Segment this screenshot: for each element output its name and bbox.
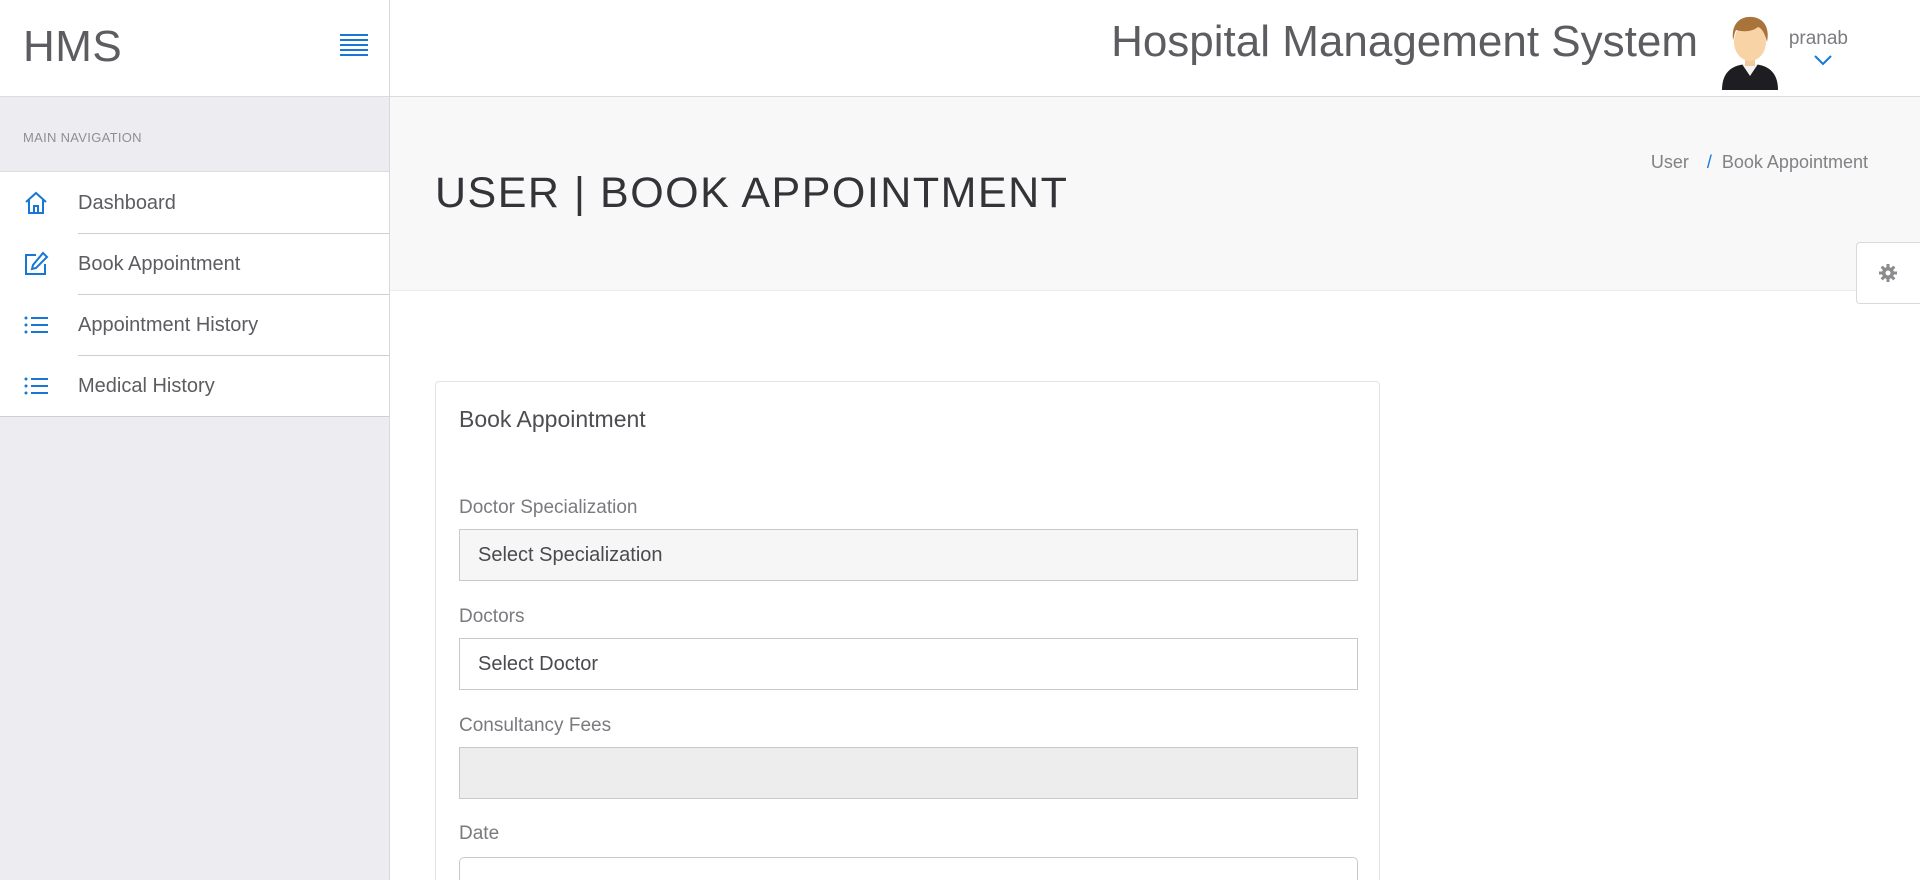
- page-header: USER | BOOK APPOINTMENT User / Book Appoin…: [390, 97, 1920, 291]
- sidebar-item-label: Medical History: [78, 375, 215, 397]
- sidebar-item-label: Book Appointment: [78, 253, 241, 275]
- list-icon: [24, 316, 48, 334]
- nav-section-header: MAIN NAVIGATION: [0, 97, 389, 172]
- breadcrumb-user[interactable]: User: [1651, 152, 1689, 172]
- page-title: USER | BOOK APPOINTMENT: [435, 169, 1069, 217]
- sidebar-item-book-appointment[interactable]: Book Appointment: [0, 233, 389, 294]
- date-label: Date: [459, 823, 500, 844]
- doctors-label: Doctors: [459, 606, 525, 627]
- settings-toggle[interactable]: [1856, 242, 1920, 304]
- app-title: Hospital Management System: [1111, 17, 1698, 66]
- top-header: Hospital Management System pranab: [390, 0, 1920, 97]
- user-name[interactable]: pranab: [1789, 28, 1848, 50]
- card-title: Book Appointment: [459, 406, 646, 432]
- specialization-label: Doctor Specialization: [459, 497, 638, 518]
- nav-section-label: MAIN NAVIGATION: [23, 130, 142, 145]
- fees-label: Consultancy Fees: [459, 715, 612, 736]
- chevron-down-icon[interactable]: [1813, 53, 1833, 67]
- consultancy-fees-field: [459, 747, 1358, 799]
- avatar[interactable]: [1718, 14, 1782, 90]
- date-input[interactable]: [459, 857, 1358, 880]
- book-appointment-card: Book Appointment Doctor Specialization S…: [435, 381, 1380, 880]
- main-navigation: Dashboard Book Appointment Appointment H…: [0, 172, 389, 417]
- gear-icon: [1879, 264, 1897, 282]
- brand-logo-text[interactable]: HMS: [23, 22, 122, 72]
- breadcrumb: User / Book Appointment: [1651, 152, 1868, 173]
- doctor-select[interactable]: Select Doctor: [459, 638, 1358, 690]
- sidebar-brand: HMS: [0, 0, 389, 97]
- breadcrumb-separator: /: [1706, 152, 1712, 172]
- sidebar-item-appointment-history[interactable]: Appointment History: [0, 294, 389, 355]
- sidebar-item-label: Appointment History: [78, 314, 259, 336]
- list-icon: [24, 377, 48, 395]
- sidebar-item-dashboard[interactable]: Dashboard: [0, 172, 389, 233]
- edit-icon: [25, 251, 49, 275]
- menu-toggle-icon[interactable]: [340, 34, 368, 58]
- sidebar-item-medical-history[interactable]: Medical History: [0, 355, 389, 416]
- home-icon: [25, 191, 47, 214]
- breadcrumb-current: Book Appointment: [1721, 152, 1868, 172]
- sidebar: HMS MAIN NAVIGATION Dashboard Book Appoi…: [0, 0, 390, 880]
- specialization-select[interactable]: Select Specialization: [459, 529, 1358, 581]
- sidebar-item-label: Dashboard: [78, 192, 176, 214]
